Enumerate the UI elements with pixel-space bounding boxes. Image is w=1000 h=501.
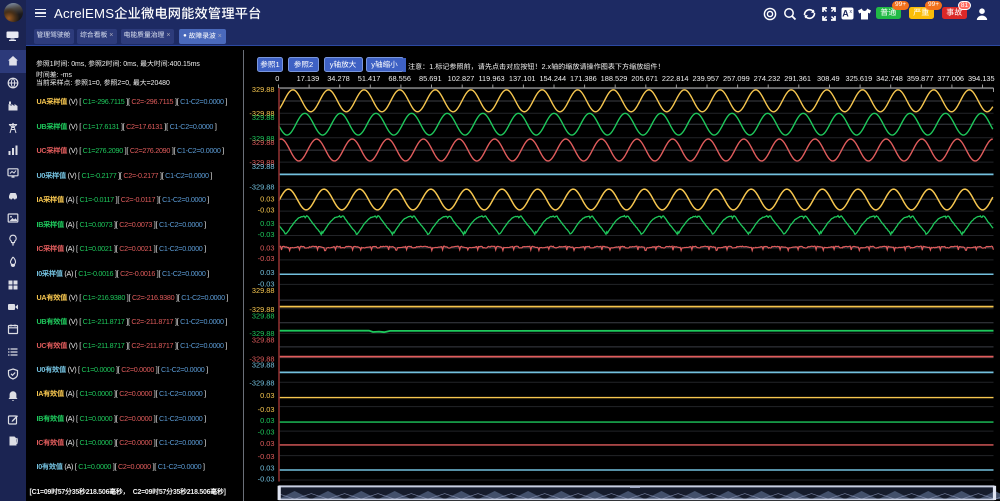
svg-text:329.88: 329.88 <box>252 113 275 122</box>
svg-text:0: 0 <box>275 74 279 83</box>
svg-text:-0.03: -0.03 <box>258 230 275 239</box>
svg-text:34.278: 34.278 <box>327 74 350 83</box>
svg-text:0.03: 0.03 <box>260 463 274 472</box>
svg-text:342.748: 342.748 <box>876 74 903 83</box>
svg-text:377.006: 377.006 <box>937 74 964 83</box>
svg-text:119.963: 119.963 <box>479 74 505 83</box>
svg-text:239.957: 239.957 <box>692 74 719 83</box>
svg-text:394.135: 394.135 <box>968 74 995 83</box>
svg-text:102.827: 102.827 <box>448 74 475 83</box>
svg-text:329.88: 329.88 <box>252 286 275 295</box>
svg-text:0.03: 0.03 <box>260 268 274 277</box>
svg-text:329.88: 329.88 <box>252 85 275 94</box>
svg-text:325.619: 325.619 <box>846 74 873 83</box>
svg-text:17.139: 17.139 <box>297 74 320 83</box>
svg-text:222.814: 222.814 <box>662 74 689 83</box>
svg-text:329.88: 329.88 <box>252 312 275 321</box>
svg-text:359.877: 359.877 <box>907 74 934 83</box>
svg-text:291.361: 291.361 <box>784 74 811 83</box>
svg-text:274.232: 274.232 <box>754 74 781 83</box>
svg-text:-0.03: -0.03 <box>258 206 275 215</box>
svg-text:0.03: 0.03 <box>260 195 274 204</box>
svg-text:205.671: 205.671 <box>631 74 658 83</box>
svg-text:-0.03: -0.03 <box>258 475 275 484</box>
svg-text:329.88: 329.88 <box>252 335 275 344</box>
svg-text:-329.88: -329.88 <box>249 378 274 387</box>
svg-text:0.03: 0.03 <box>260 416 274 425</box>
svg-text:257.099: 257.099 <box>723 74 750 83</box>
svg-text:-0.03: -0.03 <box>258 405 275 414</box>
svg-text:-329.88: -329.88 <box>249 182 274 191</box>
svg-text:329.88: 329.88 <box>252 162 275 171</box>
svg-text:188.529: 188.529 <box>601 74 628 83</box>
svg-text:329.88: 329.88 <box>252 138 275 147</box>
svg-text:-0.03: -0.03 <box>258 254 275 263</box>
svg-text:0.03: 0.03 <box>260 439 274 448</box>
svg-text:68.556: 68.556 <box>388 74 411 83</box>
svg-text:0.03: 0.03 <box>260 244 274 253</box>
svg-text:308.49: 308.49 <box>817 74 840 83</box>
svg-text:171.386: 171.386 <box>570 74 597 83</box>
svg-text:85.691: 85.691 <box>419 74 442 83</box>
svg-text:-0.03: -0.03 <box>258 452 275 461</box>
svg-text:0.03: 0.03 <box>260 219 274 228</box>
svg-text:137.101: 137.101 <box>509 74 536 83</box>
svg-text:329.88: 329.88 <box>252 361 275 370</box>
svg-text:0.03: 0.03 <box>260 391 274 400</box>
svg-text:51.417: 51.417 <box>358 74 381 83</box>
svg-text:154.244: 154.244 <box>539 74 566 83</box>
svg-text:-0.03: -0.03 <box>258 428 275 437</box>
